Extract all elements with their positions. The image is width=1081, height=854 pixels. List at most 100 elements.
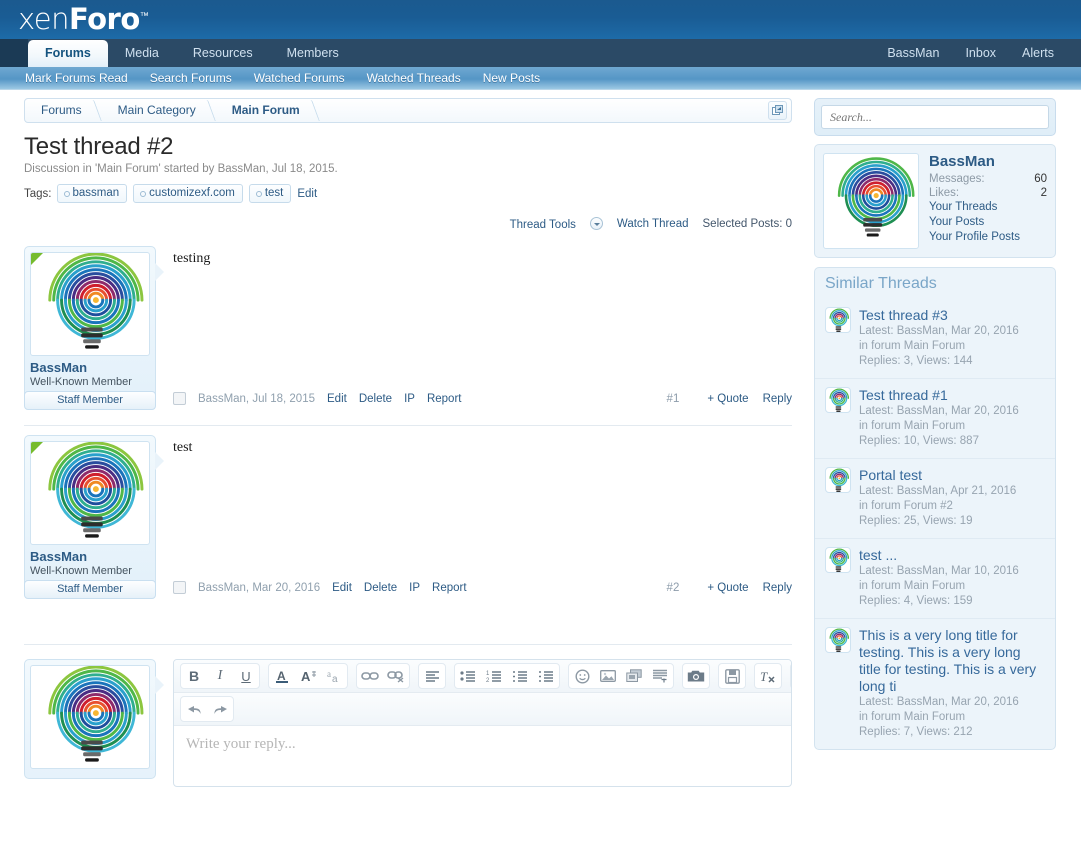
post-delete-link[interactable]: Delete — [364, 582, 397, 594]
text-color-icon[interactable]: A — [269, 664, 295, 688]
similar-thread-title[interactable]: Portal test — [859, 467, 1045, 484]
camera-icon[interactable] — [683, 664, 709, 688]
post-select-checkbox[interactable] — [173, 581, 186, 594]
list-item[interactable]: test ... Latest: BassMan, Mar 10, 2016 i… — [815, 538, 1055, 618]
bullet-list-icon[interactable] — [455, 664, 481, 688]
stat-label: Likes: — [929, 187, 960, 199]
quote-icon[interactable] — [647, 664, 673, 688]
post-body: test BassMan, Mar 20, 2016 Edit Delete I… — [156, 435, 792, 598]
post-body: testing BassMan, Jul 18, 2015 Edit Delet… — [156, 246, 792, 409]
smilie-icon[interactable] — [569, 664, 595, 688]
avatar[interactable] — [825, 307, 851, 333]
subnav-mark-forums-read[interactable]: Mark Forums Read — [14, 71, 139, 85]
nav-tab-forums[interactable]: Forums — [28, 40, 108, 67]
similar-thread-title[interactable]: Test thread #3 — [859, 307, 1045, 324]
post-delete-link[interactable]: Delete — [359, 393, 392, 405]
italic-icon[interactable]: I — [207, 664, 233, 688]
tags-edit-link[interactable]: Edit — [297, 188, 317, 200]
font-size-icon[interactable]: A — [295, 664, 321, 688]
media-icon[interactable] — [621, 664, 647, 688]
breadcrumb: Forums Main Category Main Forum — [24, 98, 792, 123]
avatar[interactable] — [825, 467, 851, 493]
font-family-icon[interactable]: aa — [321, 664, 347, 688]
numbered-list-icon[interactable]: 12 — [481, 664, 507, 688]
post-report-link[interactable]: Report — [427, 393, 462, 405]
remove-formatting-icon[interactable]: T — [755, 664, 781, 688]
undo-icon[interactable] — [181, 697, 207, 721]
post-report-link[interactable]: Report — [432, 582, 467, 594]
post-reply-link[interactable]: Reply — [749, 582, 792, 594]
visitor-link-your-threads[interactable]: Your Threads — [929, 200, 1047, 215]
post-username[interactable]: BassMan — [30, 360, 150, 375]
search-input[interactable] — [821, 105, 1049, 129]
align-icon[interactable] — [419, 664, 445, 688]
list-item[interactable]: This is a very long title for testing. T… — [815, 618, 1055, 749]
watch-thread-button[interactable]: Watch Thread — [617, 218, 689, 230]
save-draft-icon[interactable] — [719, 664, 745, 688]
image-icon[interactable] — [595, 664, 621, 688]
similar-thread-title[interactable]: test ... — [859, 547, 1045, 564]
logo-trademark: ™ — [139, 11, 149, 22]
editor-toolbar-row-1: B I U A A aa 1 2 T — [174, 660, 791, 693]
avatar[interactable] — [30, 252, 150, 356]
popout-icon[interactable] — [768, 101, 787, 120]
visitor-username[interactable]: BassMan — [929, 153, 1047, 170]
visitor-link-your-posts[interactable]: Your Posts — [929, 215, 1047, 230]
post-meta: BassMan, Mar 20, 2016 — [198, 581, 321, 594]
similar-thread-title[interactable]: This is a very long title for testing. T… — [859, 627, 1045, 695]
post-edit-link[interactable]: Edit — [332, 582, 352, 594]
post-number[interactable]: #2 — [667, 582, 680, 594]
post-quote-link[interactable]: + Quote — [693, 393, 748, 405]
post-ip-link[interactable]: IP — [404, 393, 415, 405]
subnav-watched-forums[interactable]: Watched Forums — [243, 71, 356, 85]
tag-customizexf[interactable]: customizexf.com — [133, 184, 243, 203]
list-item[interactable]: Test thread #1 Latest: BassMan, Mar 20, … — [815, 378, 1055, 458]
underline-icon[interactable]: U — [233, 664, 259, 688]
post-username[interactable]: BassMan — [30, 549, 150, 564]
redo-icon[interactable] — [207, 697, 233, 721]
avatar[interactable] — [825, 387, 851, 413]
avatar[interactable] — [30, 665, 150, 769]
avatar[interactable] — [30, 441, 150, 545]
post-select-checkbox[interactable] — [173, 392, 186, 405]
subnav-watched-threads[interactable]: Watched Threads — [356, 71, 472, 85]
avatar[interactable] — [825, 627, 851, 653]
visitor-info: BassMan Messages: 60 Likes: 2 Your Threa… — [919, 153, 1047, 249]
post-edit-link[interactable]: Edit — [327, 393, 347, 405]
nav-tab-media[interactable]: Media — [108, 40, 176, 67]
post-reply-link[interactable]: Reply — [749, 393, 792, 405]
list-item[interactable]: Test thread #3 Latest: BassMan, Mar 20, … — [815, 299, 1055, 378]
post-number[interactable]: #1 — [667, 393, 680, 405]
post-quote-link[interactable]: + Quote — [693, 582, 748, 594]
similar-thread-title[interactable]: Test thread #1 — [859, 387, 1045, 404]
avatar[interactable] — [823, 153, 919, 249]
nav-tab-resources[interactable]: Resources — [176, 40, 270, 67]
nav-link-inbox[interactable]: Inbox — [952, 46, 1009, 60]
list-item[interactable]: Portal test Latest: BassMan, Apr 21, 201… — [815, 458, 1055, 538]
reply-input[interactable]: Write your reply... — [174, 726, 791, 786]
tag-test[interactable]: test — [248, 184, 292, 203]
thread-description: Discussion in 'Main Forum' started by Ba… — [24, 163, 338, 175]
nav-link-username[interactable]: BassMan — [874, 46, 952, 60]
bold-icon[interactable]: B — [181, 664, 207, 688]
indent-icon[interactable] — [533, 664, 559, 688]
site-logo[interactable]: xenForo™ — [18, 2, 149, 36]
nav-tab-members[interactable]: Members — [270, 40, 356, 67]
subnav-search-forums[interactable]: Search Forums — [139, 71, 243, 85]
source-mode-icon[interactable] — [791, 664, 792, 688]
post-ip-link[interactable]: IP — [409, 582, 420, 594]
visitor-link-your-profile-posts[interactable]: Your Profile Posts — [929, 230, 1047, 245]
breadcrumb-item-main-category[interactable]: Main Category — [102, 99, 216, 122]
subnav-new-posts[interactable]: New Posts — [472, 71, 551, 85]
breadcrumb-item-forums[interactable]: Forums — [25, 99, 102, 122]
nav-link-alerts[interactable]: Alerts — [1009, 46, 1067, 60]
similar-thread-forum: in forum Main Forum — [859, 711, 966, 723]
breadcrumb-item-main-forum[interactable]: Main Forum — [216, 99, 320, 122]
thread-tools-button[interactable]: Thread Tools — [496, 217, 603, 231]
svg-text:A: A — [301, 669, 311, 684]
tag-bassman[interactable]: bassman — [56, 184, 128, 203]
avatar[interactable] — [825, 547, 851, 573]
link-icon[interactable] — [357, 664, 383, 688]
unlink-icon[interactable] — [383, 664, 409, 688]
outdent-icon[interactable] — [507, 664, 533, 688]
